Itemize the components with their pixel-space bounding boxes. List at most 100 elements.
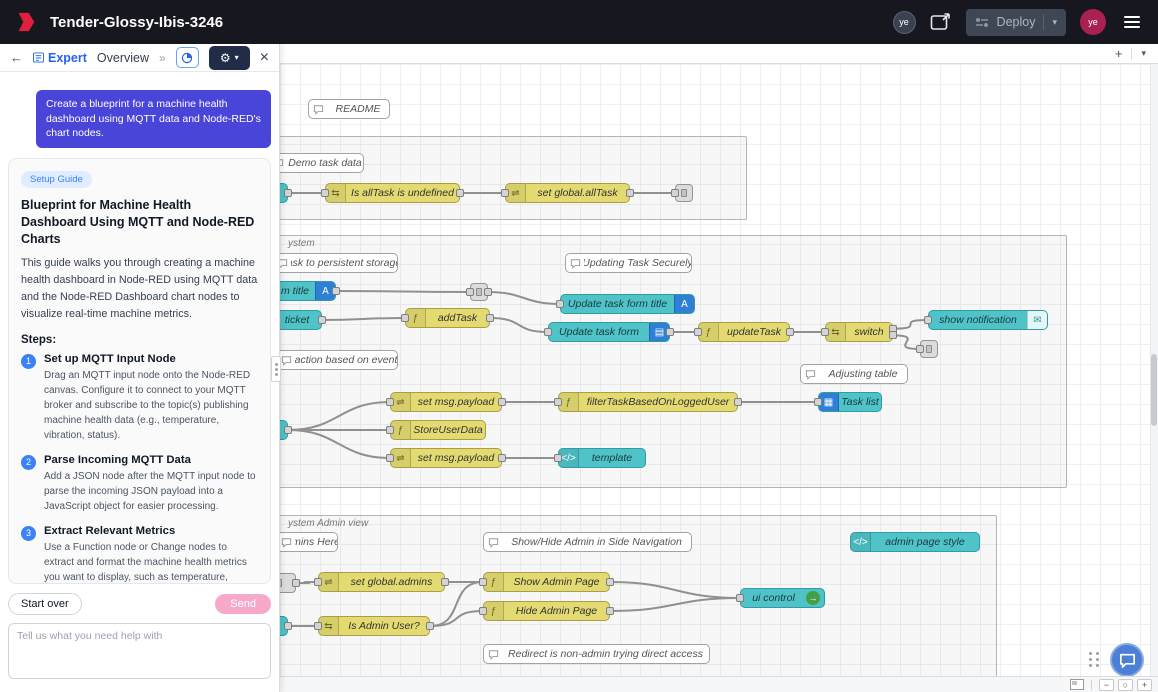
node-port[interactable] [924, 316, 932, 324]
node-updating-task-securely[interactable]: Updating Task Securely [565, 253, 692, 273]
node-port[interactable] [821, 328, 829, 336]
node-set-msg-payload[interactable]: ⇌set msg.payload [390, 392, 502, 412]
node-mins-here[interactable]: mins Here [280, 532, 338, 552]
node-ui-control[interactable]: ui control→ [740, 588, 825, 608]
node-port[interactable] [456, 189, 464, 197]
flowfuse-logo-icon[interactable] [14, 10, 38, 34]
node-port[interactable] [284, 189, 292, 197]
node-port[interactable] [734, 398, 742, 406]
node-port[interactable] [401, 314, 409, 322]
minimap-icon[interactable] [1070, 679, 1084, 690]
add-flow-button[interactable]: + [1115, 46, 1123, 61]
node-action-based-on-event[interactable]: action based on event [280, 350, 398, 370]
prompt-input[interactable] [8, 623, 271, 679]
node-set-global-alltask[interactable]: ⇌set global.allTask [505, 183, 630, 203]
node-port[interactable] [498, 398, 506, 406]
node-updatetask[interactable]: ƒupdateTask [698, 322, 790, 342]
node-port[interactable] [332, 287, 340, 295]
zoom-out-button[interactable]: − [1099, 679, 1114, 691]
node-ask-to-persistent-storage[interactable]: ask to persistent storage [280, 253, 398, 273]
start-over-button[interactable]: Start over [8, 593, 82, 615]
collapse-chevrons-icon[interactable]: » [159, 51, 166, 65]
node-port[interactable] [479, 607, 487, 615]
zoom-in-button[interactable]: + [1137, 679, 1152, 691]
node-port[interactable] [386, 426, 394, 434]
setup-guide-card[interactable]: Setup Guide Blueprint for Machine Health… [8, 158, 271, 584]
deploy-options-caret[interactable]: ▾ [1052, 17, 1057, 28]
node-port[interactable] [284, 622, 292, 630]
node-port[interactable] [606, 578, 614, 586]
node-port[interactable] [426, 622, 434, 630]
send-button[interactable]: Send [215, 594, 271, 614]
node-show-hide-admin-in-side-navigation[interactable]: Show/Hide Admin in Side Navigation [483, 532, 692, 552]
back-icon[interactable]: ← [10, 50, 23, 65]
node-switch[interactable]: ⇆switch [825, 322, 893, 342]
node-port[interactable] [466, 288, 474, 296]
panel-resize-handle[interactable] [271, 356, 281, 382]
node-admin-page-style[interactable]: </>admin page style [850, 532, 980, 552]
node-port[interactable] [736, 594, 744, 602]
node-redirect-is-non-admin-trying-direct-access[interactable]: Redirect is non-admin trying direct acce… [483, 644, 710, 664]
node-show-admin-page[interactable]: ƒShow Admin Page [483, 572, 610, 592]
close-icon[interactable]: × [260, 49, 269, 67]
node-port[interactable] [292, 579, 300, 587]
flow-list-caret-icon[interactable]: ▾ [1141, 48, 1146, 59]
node-filtertaskbasedonloggeduser[interactable]: ƒfilterTaskBasedOnLoggedUser [558, 392, 738, 412]
node-port[interactable] [501, 189, 509, 197]
node-template[interactable]: </>template [558, 448, 646, 468]
node-port[interactable] [479, 578, 487, 586]
node-port[interactable] [916, 345, 924, 353]
node-port[interactable] [386, 454, 394, 462]
node-addtask[interactable]: ƒaddTask [405, 308, 490, 328]
node-storeuserdata[interactable]: ƒStoreUserData [390, 420, 486, 440]
node-port[interactable] [606, 607, 614, 615]
node-set-global-admins[interactable]: ⇌set global.admins [318, 572, 445, 592]
node-is-alltask-is-undefined[interactable]: ⇆Is allTask is undefined [325, 183, 460, 203]
tab-expert[interactable]: Expert [33, 51, 87, 65]
chart-view-button[interactable] [176, 47, 199, 68]
deploy-button[interactable]: Deploy ▾ [966, 9, 1066, 36]
node-port[interactable] [484, 288, 492, 296]
node-hide-admin-page[interactable]: ƒHide Admin Page [483, 601, 610, 621]
node-port[interactable] [486, 314, 494, 322]
node-update-task-form[interactable]: Update task form▤ [548, 322, 670, 342]
node-port[interactable] [814, 398, 822, 406]
node-port[interactable] [441, 578, 449, 586]
node-port[interactable] [284, 426, 292, 434]
node-port[interactable] [314, 578, 322, 586]
node-m-title[interactable]: m titleA [280, 281, 336, 301]
node-port[interactable] [554, 454, 562, 462]
node-port[interactable] [544, 328, 552, 336]
node-port[interactable] [554, 398, 562, 406]
node-adjusting-table[interactable]: Adjusting table [800, 364, 908, 384]
node-port[interactable] [889, 331, 897, 339]
node-readme[interactable]: README [308, 99, 390, 119]
node-is-admin-user[interactable]: ⇆Is Admin User? [318, 616, 430, 636]
node-update-task-form-title[interactable]: Update task form titleA [560, 294, 695, 314]
node-port[interactable] [786, 328, 794, 336]
node-ticket[interactable]: ticket [280, 310, 322, 330]
step-title: Parse Incoming MQTT Data [44, 454, 258, 466]
node-port[interactable] [321, 189, 329, 197]
node-show-notification[interactable]: show notification✉ [928, 310, 1048, 330]
node-port[interactable] [498, 454, 506, 462]
node-port[interactable] [386, 398, 394, 406]
node-port[interactable] [626, 189, 634, 197]
user-avatar[interactable]: ye [1080, 9, 1106, 35]
team-avatar[interactable]: ye [893, 11, 916, 34]
node-port[interactable] [694, 328, 702, 336]
zoom-reset-button[interactable]: ○ [1118, 679, 1133, 691]
main-menu-icon[interactable] [1120, 12, 1144, 32]
node-demo-task-data[interactable]: Demo task data [280, 153, 364, 173]
node-task-list[interactable]: ▦Task list [818, 392, 882, 412]
node-set-msg-payload[interactable]: ⇌set msg.payload [390, 448, 502, 468]
node-port[interactable] [556, 300, 564, 308]
node-port[interactable] [314, 622, 322, 630]
flow-area[interactable]: ystem Admin viewystem READMEDemo task da… [280, 64, 1158, 676]
node-port[interactable] [666, 328, 674, 336]
node-port[interactable] [671, 189, 679, 197]
node-port[interactable] [318, 316, 326, 324]
open-editor-icon[interactable] [930, 13, 952, 31]
settings-dropdown-button[interactable]: ⚙▾ [209, 46, 250, 70]
tab-overview[interactable]: Overview [97, 51, 149, 65]
